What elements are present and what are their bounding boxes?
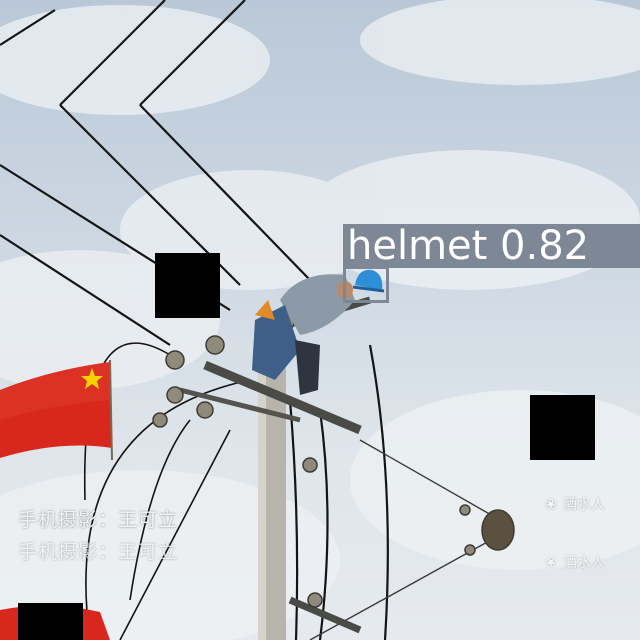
wechat-icon: ❀ [545,497,557,513]
photo-credit-caption: 手机摄影：王可立 [18,509,179,531]
watermark: ❀ 酒水人 [545,494,605,514]
wechat-icon: ❀ [545,555,557,571]
privacy-mask [155,253,220,318]
watermark: ❀ 酒水人 [545,552,605,572]
photo-credit-caption-reflection: 手机摄影：王可立 [18,541,179,563]
watermark-text: 酒水人 [563,555,605,571]
helmet-detection-box [343,266,389,303]
watermark-text: 酒水人 [563,497,605,513]
detection-label: helmet 0.82 [343,224,640,268]
privacy-mask [530,395,595,460]
photo-scene: helmet 0.82 手机摄影：王可立 手机摄影：王可立 ❀ 酒水人 ❀ 酒水人 [0,0,640,640]
privacy-mask [18,603,83,640]
